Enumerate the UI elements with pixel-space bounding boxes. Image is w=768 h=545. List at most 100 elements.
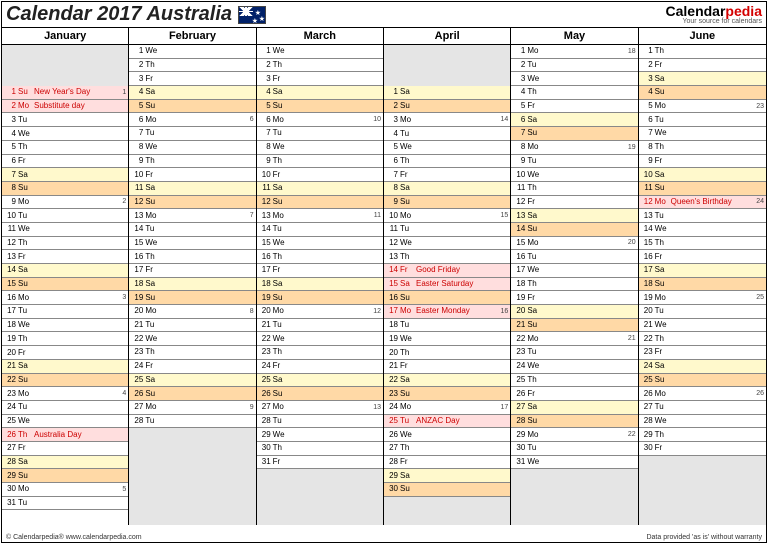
day-number: 7	[259, 129, 273, 137]
day-row: 26We	[384, 428, 510, 442]
day-number: 14	[131, 225, 145, 233]
day-row: 2Su	[384, 100, 510, 114]
day-number: 1	[513, 47, 527, 55]
day-number: 9	[641, 157, 655, 165]
day-row: 29Th	[639, 428, 766, 442]
day-number: 28	[641, 417, 655, 425]
day-of-week: Th	[527, 376, 543, 384]
day-number: 16	[641, 253, 655, 261]
day-number: 27	[641, 403, 655, 411]
footer-left: © Calendarpedia® www.calendarpedia.com	[6, 534, 142, 541]
day-number: 9	[131, 157, 145, 165]
day-number: 15	[386, 280, 400, 288]
day-number: 10	[131, 171, 145, 179]
padding	[384, 45, 510, 86]
day-of-week: Fr	[145, 266, 161, 274]
day-row: 1We	[257, 45, 383, 59]
day-number: 29	[259, 431, 273, 439]
day-row: 9Th	[257, 155, 383, 169]
day-row: 9Tu	[511, 155, 637, 169]
day-number: 9	[259, 157, 273, 165]
month-column: 1We2Th3Fr4Sa5Su6Mo107Tu8We9Th10Fr11Sa12S…	[257, 45, 384, 525]
day-row: 22Mo21	[511, 332, 637, 346]
day-of-week: Su	[655, 376, 671, 384]
day-of-week: Su	[527, 129, 543, 137]
week-number: 26	[756, 390, 764, 397]
day-row: 26Su	[257, 387, 383, 401]
day-of-week: Tu	[527, 348, 543, 356]
day-number: 27	[131, 403, 145, 411]
day-row: 18Sa	[257, 278, 383, 292]
day-of-week: Sa	[400, 472, 416, 480]
day-row: 25Su	[639, 374, 766, 388]
day-number: 25	[131, 376, 145, 384]
day-of-week: Mo	[527, 47, 543, 55]
day-number: 6	[641, 116, 655, 124]
day-of-week: Fr	[18, 444, 34, 452]
day-of-week: We	[18, 417, 34, 425]
day-number: 18	[513, 280, 527, 288]
day-row: 31We	[511, 456, 637, 470]
day-of-week: We	[18, 225, 34, 233]
padding	[2, 45, 128, 86]
day-row: 13Sa	[511, 209, 637, 223]
day-of-week: Sa	[273, 88, 289, 96]
day-number: 18	[641, 280, 655, 288]
week-number: 23	[756, 103, 764, 110]
day-of-week: Tu	[273, 129, 289, 137]
day-number: 26	[131, 390, 145, 398]
day-of-week: Mo	[18, 198, 34, 206]
day-number: 13	[259, 212, 273, 220]
day-row: 31Tu	[2, 497, 128, 511]
day-row: 8Su	[2, 182, 128, 196]
day-row: 6Sa	[511, 113, 637, 127]
day-row: 27Mo13	[257, 401, 383, 415]
day-of-week: Fr	[400, 266, 416, 274]
day-number: 25	[513, 376, 527, 384]
day-row: 20Tu	[639, 305, 766, 319]
day-number: 30	[641, 444, 655, 452]
day-of-week: Th	[655, 431, 671, 439]
day-of-week: Su	[273, 102, 289, 110]
day-of-week: We	[273, 47, 289, 55]
day-number: 20	[4, 349, 18, 357]
day-row: 12Su	[129, 196, 255, 210]
day-of-week: Tu	[400, 321, 416, 329]
day-row: 16Fr	[639, 250, 766, 264]
day-of-week: Mo	[400, 403, 416, 411]
day-number: 8	[4, 184, 18, 192]
week-number: 12	[373, 308, 381, 315]
day-number: 19	[131, 294, 145, 302]
week-number: 21	[628, 335, 636, 342]
day-of-week: Sa	[18, 266, 34, 274]
day-of-week: Mo	[655, 390, 671, 398]
day-number: 15	[131, 239, 145, 247]
day-of-week: Tu	[18, 116, 34, 124]
day-row: 1SuNew Year's Day1	[2, 86, 128, 100]
day-of-week: Tu	[145, 129, 161, 137]
day-of-week: Tu	[655, 116, 671, 124]
day-of-week: Su	[655, 88, 671, 96]
day-of-week: Su	[145, 390, 161, 398]
day-of-week: Fr	[273, 75, 289, 83]
day-number: 14	[641, 225, 655, 233]
day-row: 13Fr	[2, 250, 128, 264]
day-row: 17Fr	[257, 264, 383, 278]
day-number: 15	[259, 239, 273, 247]
day-number: 20	[513, 307, 527, 315]
day-of-week: Fr	[655, 253, 671, 261]
day-of-week: Su	[400, 102, 416, 110]
day-number: 8	[513, 143, 527, 151]
day-of-week: We	[273, 239, 289, 247]
day-of-week: Tu	[273, 417, 289, 425]
day-of-week: We	[145, 335, 161, 343]
day-of-week: Th	[18, 431, 34, 439]
day-row: 23Th	[129, 346, 255, 360]
day-of-week: Fr	[273, 458, 289, 466]
day-of-week: Su	[18, 472, 34, 480]
day-of-week: We	[400, 335, 416, 343]
day-row: 17Tu	[2, 305, 128, 319]
day-number: 21	[641, 321, 655, 329]
day-number: 2	[131, 61, 145, 69]
day-of-week: Tu	[18, 307, 34, 315]
